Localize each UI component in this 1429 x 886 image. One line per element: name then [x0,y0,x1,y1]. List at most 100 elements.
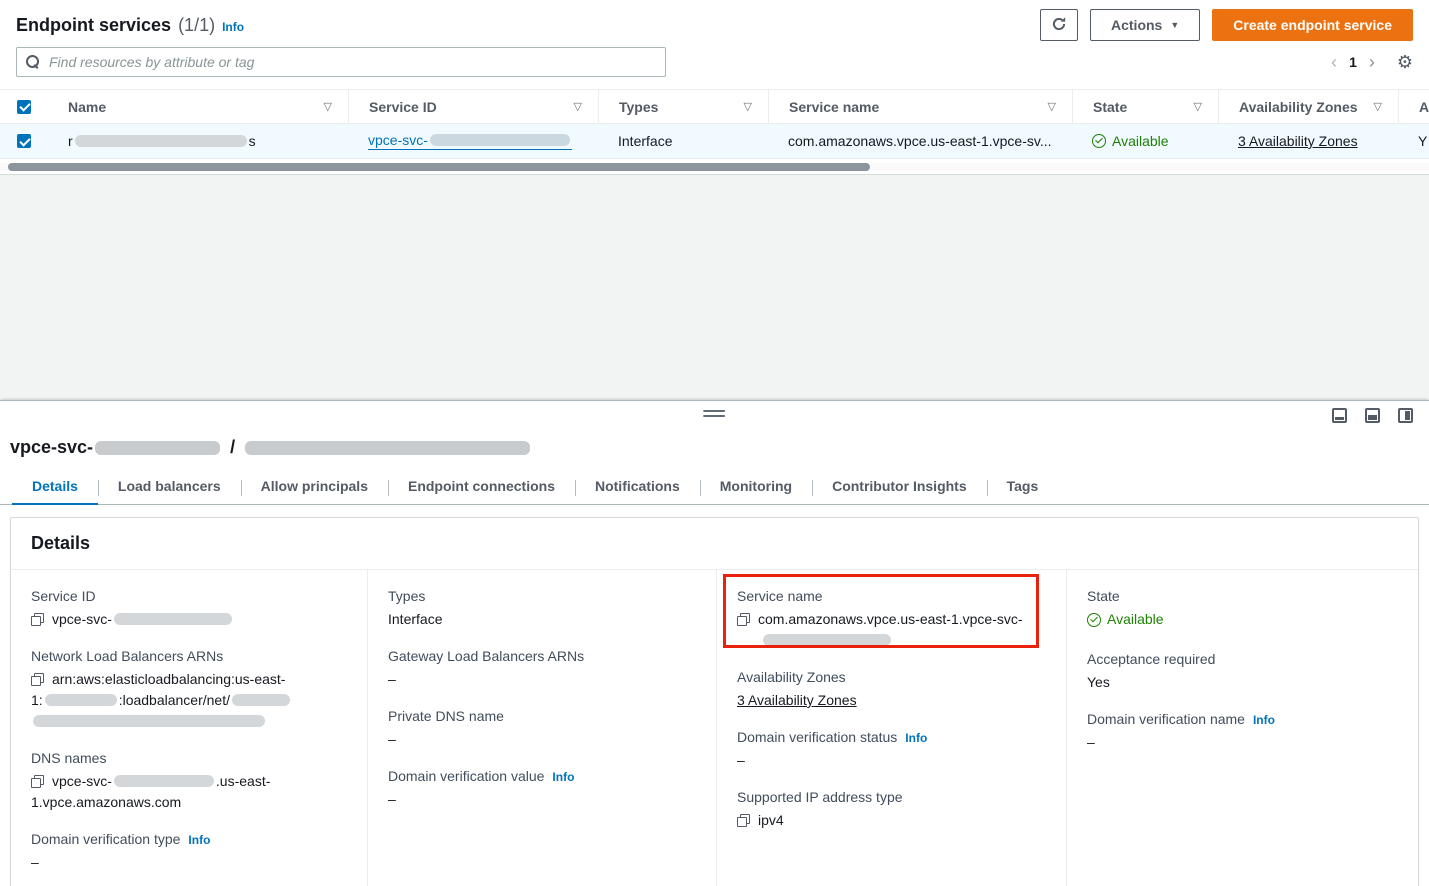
field-domain-verification-value: Domain verification valueInfo – [388,768,696,810]
page-title-group: Endpoint services (1/1) Info [16,15,244,36]
info-link[interactable]: Info [188,833,210,847]
row-checkbox[interactable] [17,134,31,148]
status-available-badge: Available [1092,133,1169,149]
column-header-state[interactable]: State ▽ [1072,90,1218,123]
field-label: Service name [737,588,823,604]
panel-position-bottom-icon[interactable] [1332,408,1347,423]
column-label: Service ID [369,99,437,115]
field-value: 1.vpce.amazonaws.com [31,794,181,810]
aws-console-screen: Endpoint services (1/1) Info Actions ▼ C… [0,0,1429,886]
tab-contributor-insights[interactable]: Contributor Insights [812,472,987,504]
row-types-cell: Interface [598,124,768,158]
field-value: – [1087,732,1398,753]
filter-icon[interactable]: ▽ [1048,100,1056,113]
field-label: Domain verification type [31,831,180,847]
create-endpoint-service-label: Create endpoint service [1233,17,1392,33]
copy-icon[interactable] [31,775,44,788]
field-state: State Available [1087,588,1398,633]
filter-icon[interactable]: ▽ [324,100,332,113]
current-page[interactable]: 1 [1349,54,1357,70]
row-service-name-cell: com.amazonaws.vpce.us-east-1.vpce-sv... [768,124,1072,158]
tab-details[interactable]: Details [12,472,98,504]
redacted-text [114,775,214,787]
scrollbar-thumb[interactable] [8,163,870,171]
info-link[interactable]: Info [552,770,574,784]
field-value: – [388,669,696,690]
info-link[interactable]: Info [1253,713,1275,727]
redacted-text [763,634,891,646]
tab-tags[interactable]: Tags [987,472,1059,504]
copy-icon[interactable] [31,613,44,626]
filter-icon[interactable]: ▽ [1374,100,1382,113]
column-label: Availability Zones [1239,99,1358,115]
column-header-availability-zones[interactable]: Availability Zones ▽ [1218,90,1398,123]
row-select-cell [0,124,48,158]
field-label: Supported IP address type [737,789,903,805]
status-text: Available [1107,609,1164,630]
field-label: Service ID [31,588,96,604]
split-panel-drag-handle[interactable] [703,410,725,417]
select-all-checkbox[interactable] [17,100,31,114]
column-header-name[interactable]: Name▽ [48,90,348,123]
field-label: Domain verification name [1087,711,1245,727]
split-panel: vpce-svc-/ Details Load balancers Allow … [0,400,1429,886]
filter-icon[interactable]: ▽ [1194,100,1202,113]
create-endpoint-service-button[interactable]: Create endpoint service [1212,9,1413,41]
tab-notifications[interactable]: Notifications [575,472,700,504]
copy-icon[interactable] [737,613,750,626]
field-value: – [31,852,347,873]
endpoint-services-table: Name▽ Service ID ▽ Types ▽ Service name▽ S… [0,89,1429,175]
availability-zones-link[interactable]: 3 Availability Zones [1238,133,1358,149]
field-label: State [1087,588,1120,604]
filter-icon[interactable]: ▽ [574,100,582,113]
column-label: Types [619,99,658,115]
row-name-cell: rs [48,124,348,158]
column-header-service-name[interactable]: Service name▽ [768,90,1072,123]
row-availability-zones-cell: 3 Availability Zones [1218,124,1398,158]
field-domain-verification-status: Domain verification statusInfo – [737,729,1046,771]
field-label: DNS names [31,750,106,766]
field-label: Types [388,588,425,604]
tab-load-balancers[interactable]: Load balancers [98,472,241,504]
field-domain-verification-name: Domain verification name Info – [1087,711,1398,753]
field-domain-verification-type: Domain verification type Info – [31,831,347,873]
field-service-name: Service name com.amazonaws.vpce.us-east-… [737,588,1046,651]
refresh-button[interactable] [1040,9,1078,41]
info-link[interactable]: Info [905,731,927,745]
copy-icon[interactable] [31,673,44,686]
column-header-service-id[interactable]: Service ID ▽ [348,90,598,123]
availability-zones-link[interactable]: 3 Availability Zones [737,692,857,708]
column-label: State [1093,99,1127,115]
preferences-gear-icon[interactable]: ⚙ [1397,52,1413,73]
header-info-link[interactable]: Info [222,20,244,34]
tab-allow-principals[interactable]: Allow principals [241,472,388,504]
filter-icon[interactable]: ▽ [744,100,752,113]
field-value: com.amazonaws.vpce.us-east-1.vpce-svc- [758,611,1023,627]
tab-endpoint-connections[interactable]: Endpoint connections [388,472,575,504]
column-label: A [1419,99,1429,115]
field-label: Acceptance required [1087,651,1215,667]
field-value: Interface [388,609,696,630]
actions-button[interactable]: Actions ▼ [1090,9,1200,41]
search-row: ‹ 1 › ⚙ [0,45,1429,89]
field-value: .us-east- [216,773,270,789]
column-header-acceptance[interactable]: A [1398,90,1429,123]
service-id-text: vpce-svc- [368,132,428,148]
copy-icon[interactable] [737,814,750,827]
field-value: – [737,750,1046,771]
service-id-link[interactable]: vpce-svc- [368,132,572,150]
search-input[interactable] [16,47,666,77]
details-column-4: State Available Acceptance required Yes … [1066,570,1418,886]
details-column-3: Service name com.amazonaws.vpce.us-east-… [716,570,1066,886]
panel-title-separator: / [230,437,235,458]
panel-position-split-icon[interactable] [1365,408,1380,423]
field-label: Network Load Balancers ARNs [31,648,223,664]
next-page-button[interactable]: › [1369,52,1375,73]
table-row[interactable]: rs vpce-svc- Interface com.amazonaws.vpc… [0,124,1429,159]
tab-monitoring[interactable]: Monitoring [700,472,812,504]
previous-page-button[interactable]: ‹ [1331,52,1337,73]
column-header-types[interactable]: Types ▽ [598,90,768,123]
details-card-heading: Details [11,518,1418,570]
redacted-text [232,694,290,706]
panel-position-side-icon[interactable] [1398,408,1413,423]
